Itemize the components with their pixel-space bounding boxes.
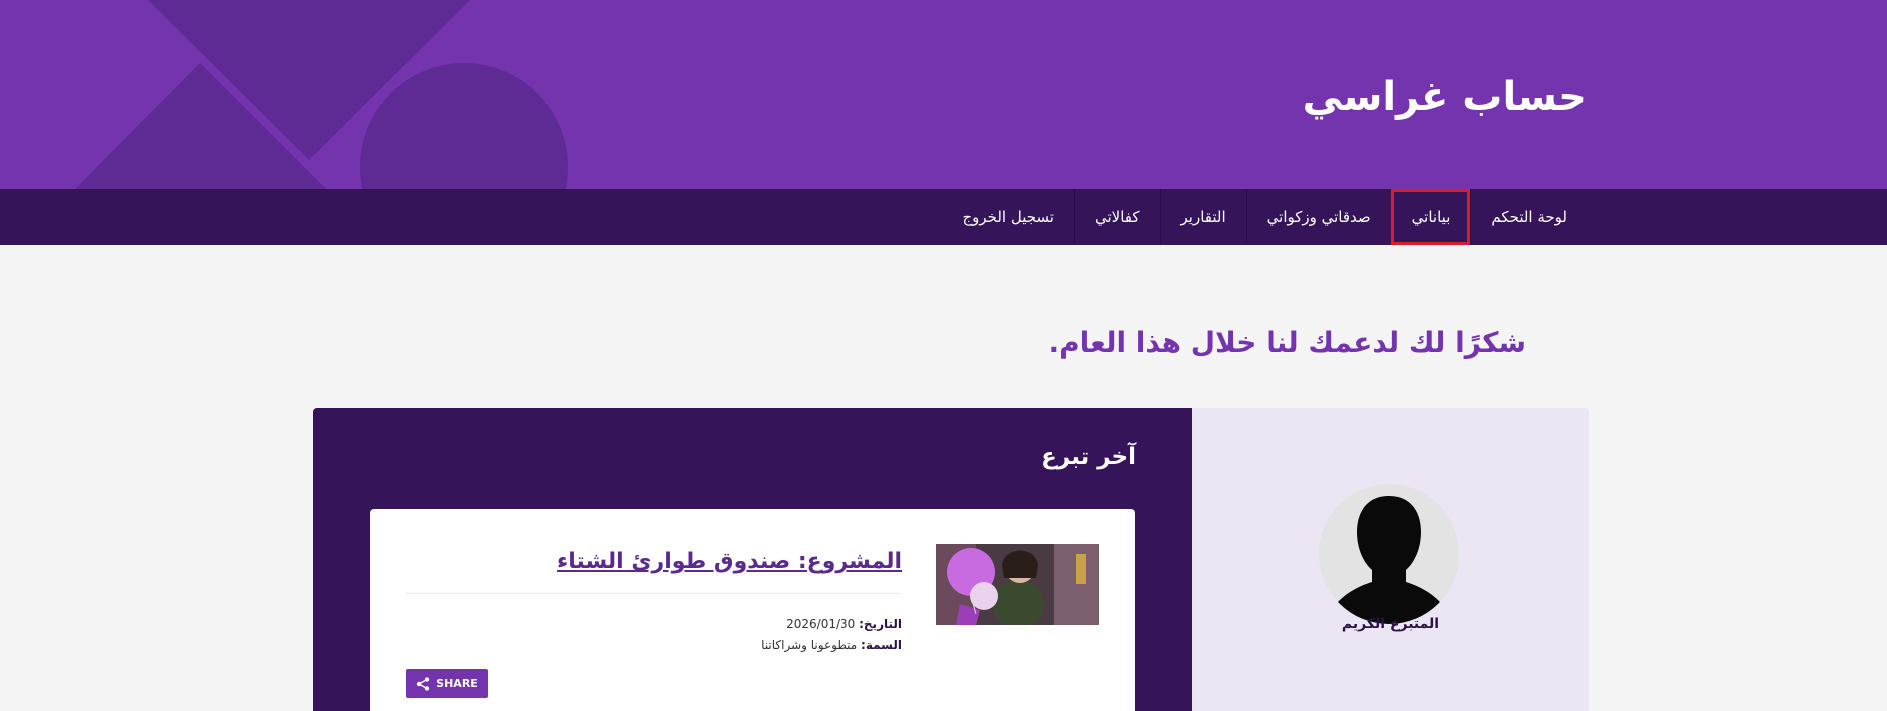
nav-item-sponsorships[interactable]: كفالاتي [1073, 189, 1160, 245]
nav-item-reports[interactable]: التقارير [1159, 189, 1246, 245]
profile-panel: المتبرع الكريم [1192, 408, 1589, 711]
nav-item-dashboard[interactable]: لوحة التحكم [1470, 189, 1587, 245]
page-header: حساب غراسي [0, 0, 1887, 189]
share-label: SHARE [436, 677, 478, 690]
nav-item-logout[interactable]: تسجيل الخروج [942, 189, 1074, 245]
date-label: التاريخ: [859, 617, 902, 631]
nav-item-charity-zakat[interactable]: صدقاتي وزكواتي [1245, 189, 1391, 245]
person-silhouette-icon [1333, 496, 1445, 624]
donation-date: التاريخ: 2026/01/30 [786, 617, 902, 631]
page-title: حساب غراسي [1302, 74, 1587, 120]
project-photo [936, 544, 1099, 625]
share-icon [416, 676, 430, 691]
decorative-shapes [75, 0, 568, 189]
card-divider [405, 593, 902, 594]
tag-value: متطوعونا وشراكاتنا [761, 638, 858, 652]
tag-label: السمة: [861, 638, 902, 652]
main-nav: لوحة التحكم بياناتي صدقاتي وزكواتي التقا… [0, 189, 1887, 245]
project-thumbnail[interactable] [936, 544, 1099, 625]
donation-tag: السمة: متطوعونا وشراكاتنا [761, 638, 902, 652]
share-button[interactable]: SHARE [406, 669, 488, 698]
donor-name: المتبرع الكريم [1341, 616, 1440, 632]
nav-list: لوحة التحكم بياناتي صدقاتي وزكواتي التقا… [942, 189, 1587, 245]
date-value: 2026/01/30 [786, 617, 856, 631]
project-title-link[interactable]: المشروع: صندوق طوارئ الشتاء [557, 549, 902, 574]
donation-card: المشروع: صندوق طوارئ الشتاء التاريخ: 202… [370, 509, 1135, 711]
avatar [1319, 484, 1459, 624]
latest-donation-heading: آخر تبرع [1041, 444, 1136, 470]
latest-donation-panel: آخر تبرع المشروع: صندوق طوارئ الشتاء الت… [313, 408, 1192, 711]
nav-item-my-data[interactable]: بياناتي [1390, 189, 1471, 245]
thanks-message: شكرًا لك لدعمك لنا خلال هذا العام. [1048, 326, 1526, 359]
